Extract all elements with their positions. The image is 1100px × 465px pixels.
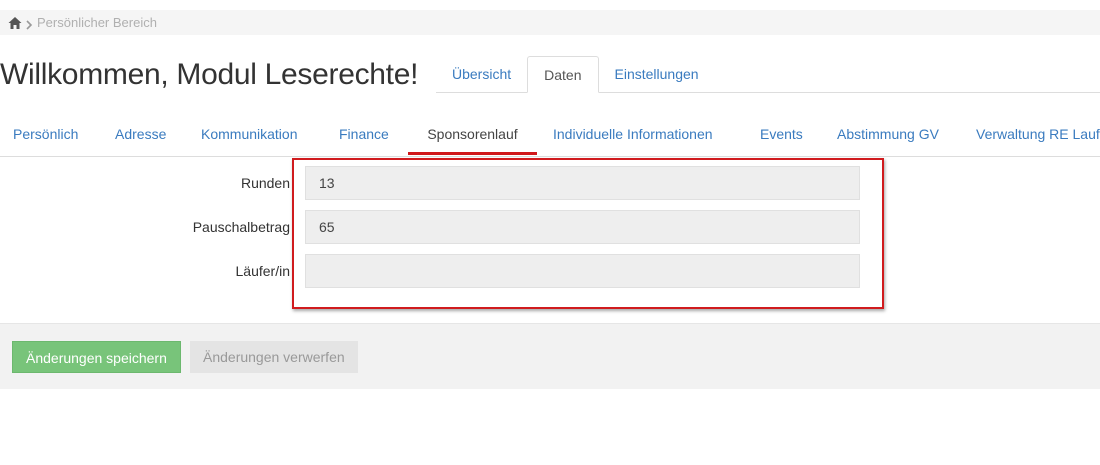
save-changes-button[interactable]: Änderungen speichern	[12, 341, 181, 373]
breadcrumb-current: Persönlicher Bereich	[37, 15, 157, 30]
action-bar: Änderungen speichern Änderungen verwerfe…	[0, 323, 1100, 389]
subtab-sponsorenlauf[interactable]: Sponsorenlauf	[408, 115, 537, 155]
highlight-box	[292, 158, 884, 309]
breadcrumb: Persönlicher Bereich	[0, 10, 1100, 35]
runden-label: Runden	[240, 175, 290, 191]
subtab-abstimmung-gv[interactable]: Abstimmung GV	[837, 115, 939, 155]
tab-uebersicht[interactable]: Übersicht	[436, 56, 527, 92]
laeufer-label: Läufer/in	[235, 263, 290, 279]
chevron-right-icon	[25, 18, 33, 30]
sub-tab-bar: Persönlich Adresse Kommunikation Finance…	[0, 115, 1100, 157]
top-tab-bar: Übersicht Daten Einstellungen	[436, 55, 1100, 93]
tab-daten[interactable]: Daten	[527, 56, 599, 93]
subtab-adresse[interactable]: Adresse	[115, 115, 166, 155]
page-title: Willkommen, Modul Leserechte!	[0, 58, 419, 91]
tab-einstellungen[interactable]: Einstellungen	[599, 56, 715, 92]
subtab-finance[interactable]: Finance	[339, 115, 389, 155]
subtab-verwaltung-re-lauf[interactable]: Verwaltung RE Lauf	[976, 115, 1100, 155]
subtab-persoenlich[interactable]: Persönlich	[13, 115, 78, 155]
pauschalbetrag-label: Pauschalbetrag	[192, 219, 290, 235]
subtab-kommunikation[interactable]: Kommunikation	[201, 115, 298, 155]
discard-changes-button[interactable]: Änderungen verwerfen	[190, 341, 358, 373]
subtab-individuelle-informationen[interactable]: Individuelle Informationen	[553, 115, 713, 155]
subtab-events[interactable]: Events	[760, 115, 803, 155]
home-icon[interactable]	[8, 16, 22, 30]
